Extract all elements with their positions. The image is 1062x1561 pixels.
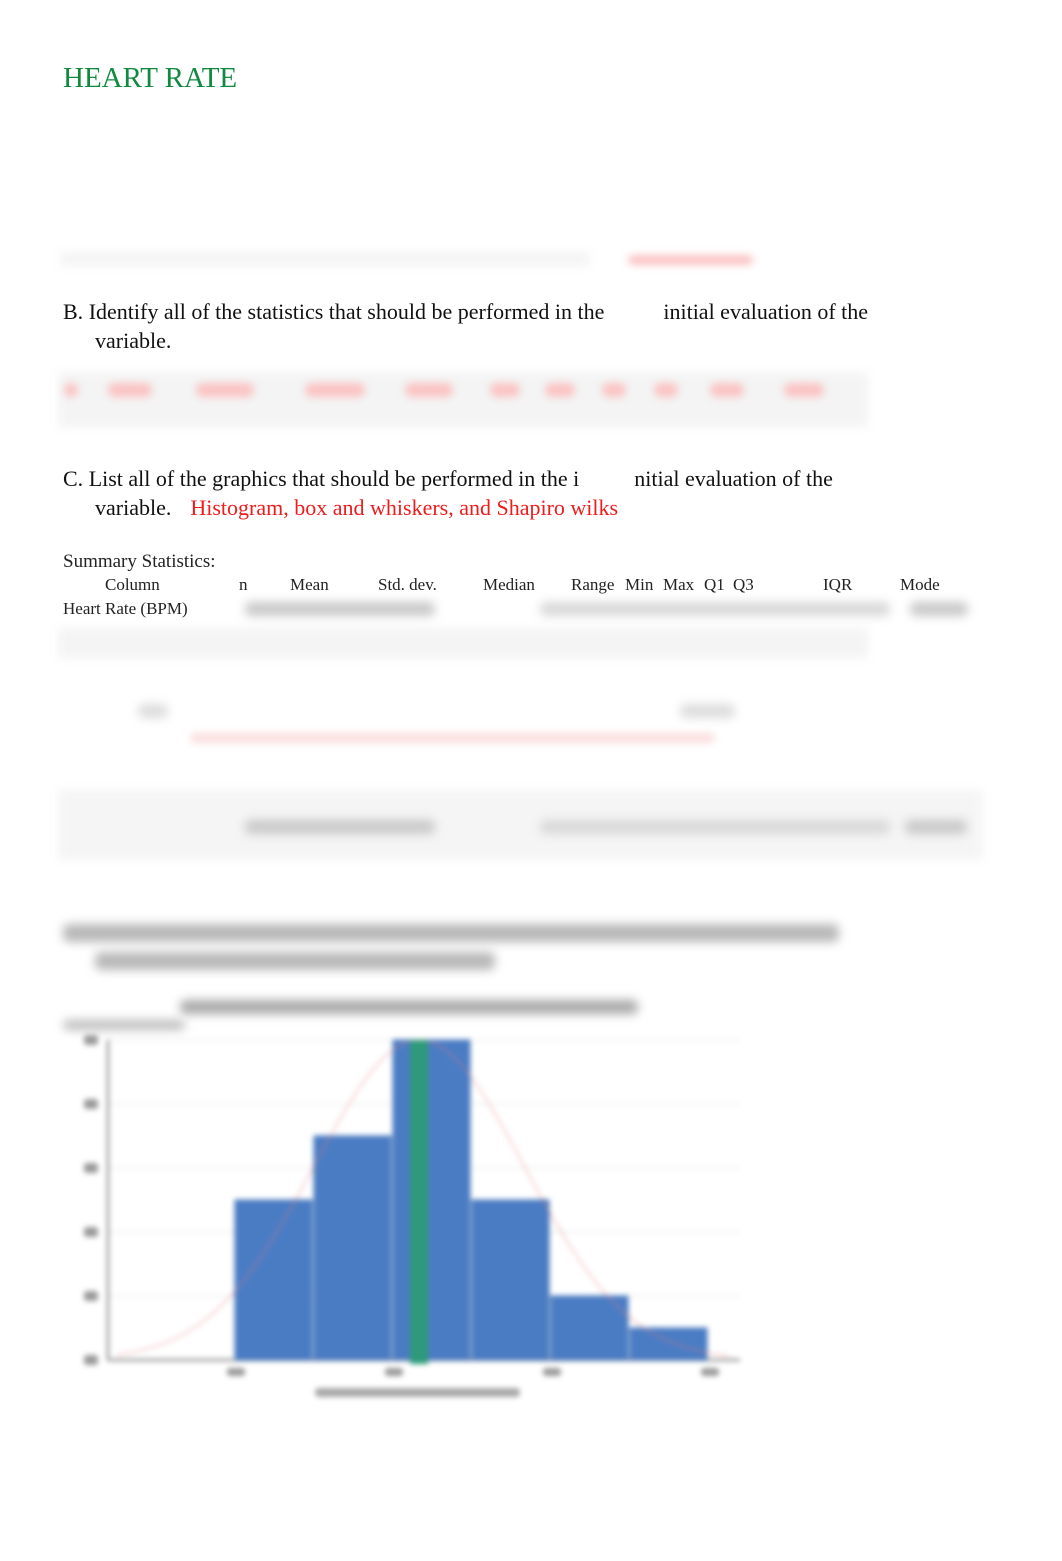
question-c-label: C. (63, 466, 84, 491)
x-tick-label (543, 1368, 561, 1376)
histogram-svg (84, 1035, 740, 1397)
y-tick-label (84, 1355, 98, 1365)
blurred-question-d (95, 952, 495, 970)
question-b-text-1: Identify (88, 299, 159, 324)
y-tick-label (84, 1099, 98, 1109)
x-tick-label (385, 1368, 403, 1376)
question-c-text-1: List (88, 466, 123, 491)
summary-row-label: Heart Rate (BPM) (63, 599, 188, 618)
histogram-bar (313, 1135, 392, 1361)
question-b-text-4: variable. (95, 328, 172, 353)
histogram-bar (471, 1199, 550, 1361)
blurred-values (245, 602, 435, 616)
blurred-values (905, 820, 967, 834)
question-c: C. List all of the graphics that should … (63, 464, 1023, 522)
question-c-text-2: all of the graphics that should be perfo… (128, 466, 580, 491)
mean-marker (410, 1040, 429, 1364)
x-tick-label (701, 1368, 719, 1376)
histogram-bar (392, 1039, 471, 1361)
x-axis-label (315, 1388, 520, 1397)
histogram-bar (234, 1199, 313, 1361)
summary-heading: Summary Statistics: (63, 551, 216, 572)
blurred-section-a (60, 252, 590, 266)
blurred-item (602, 383, 626, 397)
blurred-label (680, 704, 735, 718)
summary-header-row: Column n Mean Std. dev. Median Range Min… (63, 575, 993, 597)
x-tick-label (227, 1368, 245, 1376)
col-column: Column (105, 575, 160, 594)
col-n: n (239, 575, 248, 594)
blurred-item (108, 383, 152, 397)
question-c-text-3: nitial evaluation of the (634, 466, 833, 491)
col-min: Min (625, 575, 654, 594)
col-mode: Mode (900, 575, 940, 594)
blurred-line (190, 733, 715, 743)
histogram-bar (629, 1327, 708, 1361)
col-q1: Q1 (704, 575, 725, 594)
question-b-text-3: initial evaluation of the (663, 299, 869, 324)
histogram-chart (60, 990, 760, 1410)
blurred-item (405, 383, 453, 397)
blurred-values (245, 820, 435, 834)
question-b-text-2: all of the statistics that should be per… (163, 299, 605, 324)
col-median: Median (483, 575, 535, 594)
blurred-values (540, 602, 890, 616)
col-stddev: Std. dev. (378, 575, 437, 594)
blurred-question-d (63, 924, 839, 942)
blurred-item (784, 383, 824, 397)
blurred-item (305, 383, 365, 397)
blurred-values (910, 602, 968, 616)
y-tick-label (84, 1035, 98, 1045)
y-tick-label (84, 1291, 98, 1301)
blurred-item (64, 383, 78, 397)
page-title: HEART RATE (63, 62, 238, 94)
col-iqr: IQR (823, 575, 853, 594)
col-q3: Q3 (733, 575, 754, 594)
blurred-values (540, 820, 890, 834)
col-max: Max (663, 575, 695, 594)
y-tick-label (84, 1163, 98, 1173)
blurred-item (545, 383, 575, 397)
col-range: Range (571, 575, 615, 594)
col-mean: Mean (290, 575, 329, 594)
blurred-item (654, 383, 678, 397)
blurred-region (58, 628, 868, 658)
question-b-label: B. (63, 299, 84, 324)
question-b: B. Identify all of the statistics that s… (63, 297, 1023, 355)
blurred-item (196, 383, 254, 397)
blurred-item (490, 383, 520, 397)
blurred-statistics-answer (58, 372, 868, 427)
blurred-answer-a (628, 255, 753, 265)
blurred-item (710, 383, 744, 397)
blurred-label (138, 704, 168, 718)
question-c-text-4: variable. (95, 495, 172, 520)
y-tick-label (84, 1227, 98, 1237)
answer-c: Histogram, box and whiskers, and Shapiro… (190, 495, 619, 520)
